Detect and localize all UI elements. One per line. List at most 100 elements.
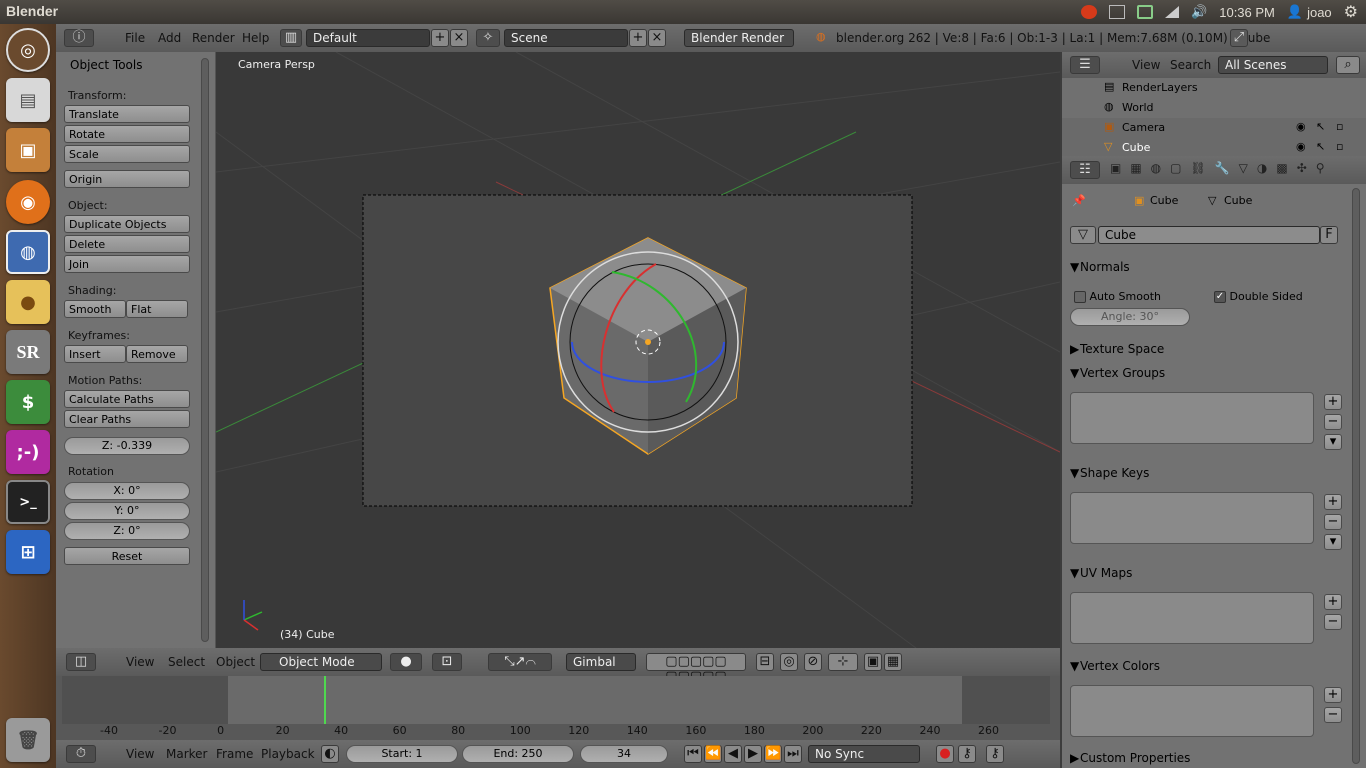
rotation-y-field[interactable]: Y: 0° xyxy=(64,502,190,520)
menu-file[interactable]: File xyxy=(125,31,145,45)
add-vertex-color-button[interactable]: + xyxy=(1324,687,1342,703)
select-cursor-icon[interactable]: ↖ xyxy=(1316,140,1325,153)
mail-icon[interactable] xyxy=(1109,5,1126,19)
lock-icon[interactable]: ⊟ xyxy=(756,653,774,671)
menu-view[interactable]: View xyxy=(126,655,154,669)
menu-select[interactable]: Select xyxy=(168,655,205,669)
trash-icon[interactable]: 🗑 xyxy=(6,718,50,762)
battery-icon[interactable] xyxy=(1137,5,1154,19)
crumb-object[interactable]: Cube xyxy=(1150,194,1178,207)
rotation-z-field[interactable]: Z: 0° xyxy=(64,522,190,540)
add-vertex-group-button[interactable]: + xyxy=(1324,394,1342,410)
vertex-group-menu-button[interactable]: ▾ xyxy=(1324,434,1342,450)
vertex-colors-header[interactable]: ▼Vertex Colors xyxy=(1070,659,1342,673)
smooth-button[interactable]: Smooth xyxy=(64,300,126,318)
properties-editor-icon[interactable]: ☷ xyxy=(1070,161,1100,179)
rotate-button[interactable]: Rotate xyxy=(64,125,190,143)
shape-keys-list[interactable] xyxy=(1070,492,1314,544)
jump-start-icon[interactable]: ⏮ xyxy=(684,745,702,763)
render-anim-icon[interactable]: ▦ xyxy=(884,653,902,671)
preview-range-icon[interactable]: ◐ xyxy=(321,745,339,763)
menu-help[interactable]: Help xyxy=(242,31,269,45)
alert-icon[interactable] xyxy=(1081,5,1098,19)
menu-view-timeline[interactable]: View xyxy=(126,747,154,761)
current-frame-line[interactable] xyxy=(323,676,326,724)
scale-button[interactable]: Scale xyxy=(64,145,190,163)
workspace-icon[interactable]: ⊞ xyxy=(6,530,50,574)
auto-smooth-checkbox[interactable]: Auto Smooth xyxy=(1074,290,1161,303)
files-icon[interactable]: ▤ xyxy=(6,78,50,122)
join-button[interactable]: Join xyxy=(64,255,190,273)
record-icon[interactable]: ● xyxy=(936,745,954,763)
volume-icon[interactable]: 🔊 xyxy=(1191,4,1207,20)
add-scene-button[interactable]: + xyxy=(629,29,647,47)
current-frame-field[interactable]: 34 xyxy=(580,745,668,763)
vertex-groups-list[interactable] xyxy=(1070,392,1314,444)
properties-tabs[interactable]: ▣▦◍▢⛓🔧▽◑▩✣⚲ xyxy=(1110,161,1334,179)
render-engine-select[interactable]: Blender Render xyxy=(684,29,794,47)
remove-keyframe-button[interactable]: Remove xyxy=(126,345,188,363)
uv-maps-header[interactable]: ▼UV Maps xyxy=(1070,566,1342,580)
outliner-filter-select[interactable]: All Scenes xyxy=(1218,56,1328,74)
timeline-editor-icon[interactable]: ⏱ xyxy=(66,745,96,763)
sync-select[interactable]: No Sync xyxy=(808,745,920,763)
scene-icon[interactable]: ✧ xyxy=(476,29,500,47)
calculate-paths-button[interactable]: Calculate Paths xyxy=(64,390,190,408)
vertex-groups-header[interactable]: ▼Vertex Groups xyxy=(1070,366,1342,380)
crumb-mesh[interactable]: Cube xyxy=(1224,194,1252,207)
duplicate-objects-button[interactable]: Duplicate Objects xyxy=(64,215,190,233)
remove-layout-button[interactable]: × xyxy=(450,29,468,47)
remove-vertex-group-button[interactable]: − xyxy=(1324,414,1342,430)
editor-type-icon[interactable]: ◫ xyxy=(66,653,96,671)
cookie-icon[interactable]: ● xyxy=(6,280,50,324)
render-camera-icon[interactable]: ▫ xyxy=(1336,140,1343,153)
sr-icon[interactable]: SR xyxy=(6,330,50,374)
start-frame-field[interactable]: Start: 1 xyxy=(346,745,458,763)
shape-key-menu-button[interactable]: ▾ xyxy=(1324,534,1342,550)
clock[interactable]: 10:36 PM xyxy=(1219,5,1275,20)
layers-grid[interactable]: ▢▢▢▢▢ ▢▢▢▢▢ xyxy=(646,653,746,684)
play-icon[interactable]: ▶ xyxy=(744,745,762,763)
outliner-row[interactable]: ◍ World xyxy=(1062,98,1366,118)
render-camera-icon[interactable]: ▫ xyxy=(1336,120,1343,133)
firefox-icon[interactable]: ◉ xyxy=(6,180,50,224)
mesh-name-field[interactable]: Cube xyxy=(1098,226,1320,244)
end-frame-field[interactable]: End: 250 xyxy=(462,745,574,763)
texture-space-header[interactable]: ▶Texture Space xyxy=(1070,342,1342,356)
menu-marker[interactable]: Marker xyxy=(166,747,207,761)
search-icon[interactable]: ⌕ xyxy=(1336,56,1360,74)
outliner-menu-view[interactable]: View xyxy=(1132,58,1160,72)
tool-shelf-scrollbar[interactable] xyxy=(201,58,209,642)
outliner-row[interactable]: ▤ RenderLayers xyxy=(1062,78,1366,98)
uv-maps-list[interactable] xyxy=(1070,592,1314,644)
menu-object[interactable]: Object xyxy=(216,655,255,669)
translate-button[interactable]: Translate xyxy=(64,105,190,123)
mesh-browse-icon[interactable]: ▽ xyxy=(1070,226,1096,244)
pin-icon[interactable]: 📌 xyxy=(1072,194,1086,207)
outliner-row[interactable]: ▽ Cube ◉ ↖ ▫ xyxy=(1062,138,1366,158)
shading-select[interactable]: ● xyxy=(390,653,422,671)
user-name[interactable]: joao xyxy=(1307,5,1332,20)
remove-vertex-color-button[interactable]: − xyxy=(1324,707,1342,723)
menu-frame[interactable]: Frame xyxy=(216,747,253,761)
outliner-row[interactable]: ▣ Camera ◉ ↖ ▫ xyxy=(1062,118,1366,138)
shape-keys-header[interactable]: ▼Shape Keys xyxy=(1070,466,1342,480)
manipulator-icon[interactable]: ⤡↗⌒ xyxy=(488,653,552,671)
tool-shelf-title[interactable]: Object Tools xyxy=(70,58,142,72)
reset-button[interactable]: Reset xyxy=(64,547,190,565)
network-icon[interactable] xyxy=(1165,6,1180,18)
menu-render[interactable]: Render xyxy=(192,31,235,45)
fake-user-button[interactable]: F xyxy=(1320,226,1338,244)
remove-uv-map-button[interactable]: − xyxy=(1324,614,1342,630)
timeline[interactable]: -40 -20 0 20 40 60 80 100 120 140 160 180 200 220 240 2… xyxy=(56,676,1060,740)
ubuntu-home-icon[interactable]: ◎ xyxy=(6,28,50,72)
chat-icon[interactable]: ;-) xyxy=(6,430,50,474)
custom-properties-header[interactable]: ▶Custom Properties xyxy=(1070,751,1342,765)
keyframe-type-icon[interactable]: ⚷ xyxy=(986,745,1004,763)
snap-element-icon[interactable]: ⊹ xyxy=(828,653,858,671)
gear-icon[interactable]: ⚙ xyxy=(1344,2,1358,22)
layout-icon[interactable]: ▥ xyxy=(280,29,302,47)
pivot-icon[interactable]: ⊡ xyxy=(432,653,462,671)
outliner-menu-search[interactable]: Search xyxy=(1170,58,1211,72)
vertex-colors-list[interactable] xyxy=(1070,685,1314,737)
